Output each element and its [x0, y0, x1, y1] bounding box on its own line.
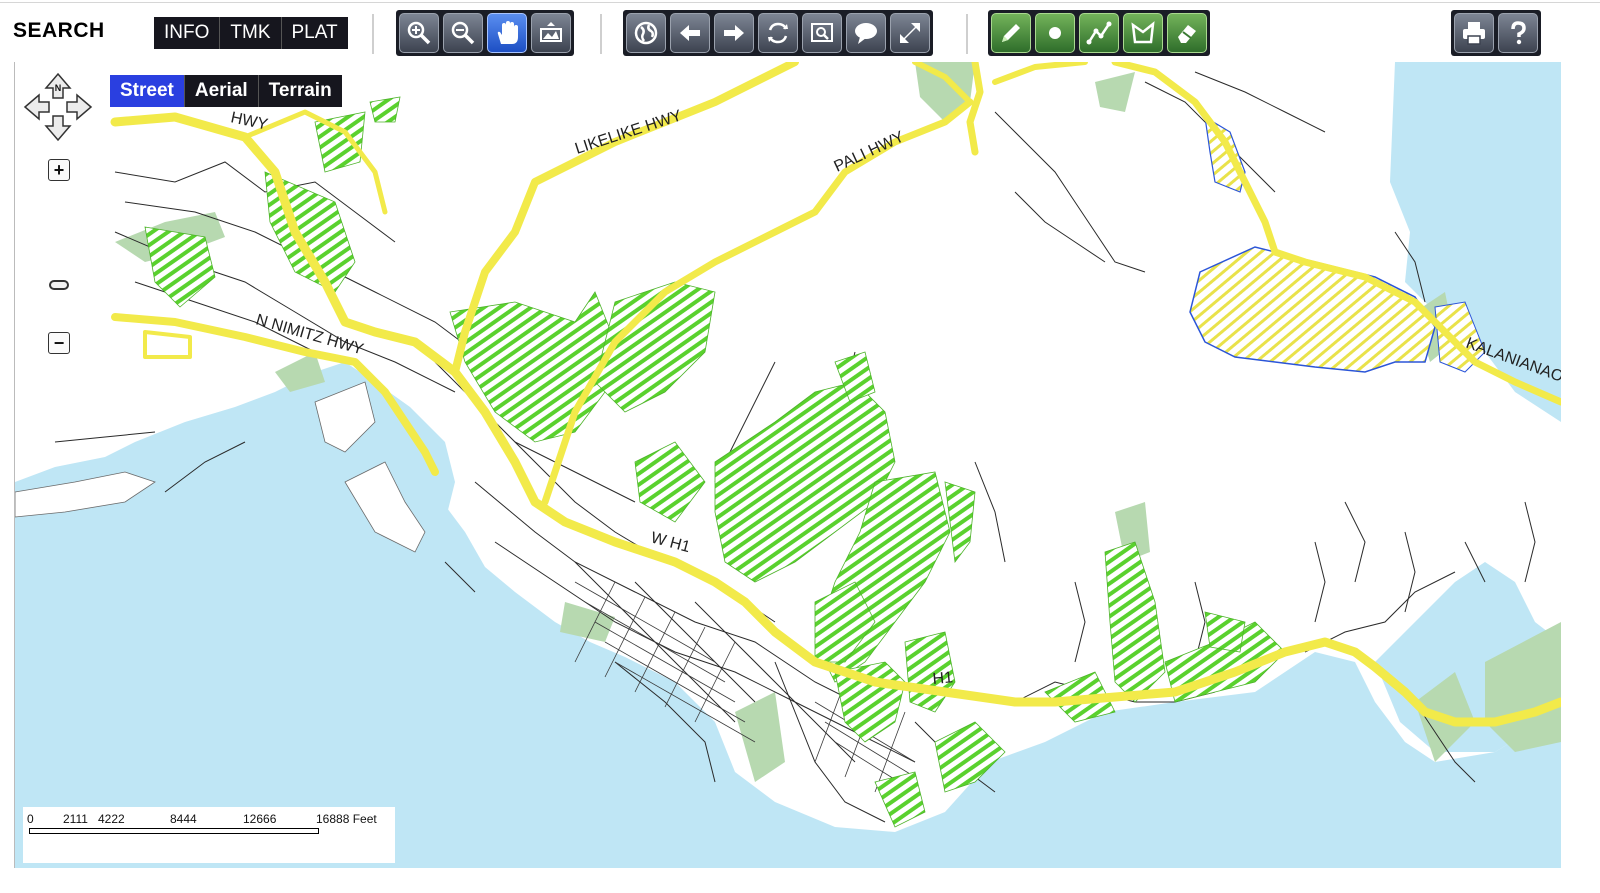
draw-tool-group [988, 10, 1210, 56]
map-extent-icon [540, 22, 562, 42]
search-button[interactable]: SEARCH [13, 19, 105, 43]
polygon-tool[interactable] [1123, 13, 1163, 53]
map-view[interactable]: LIKELIKE HWY PALI HWY N NIMITZ HWY W H1 … [14, 62, 1561, 868]
zoom-in-icon [407, 21, 431, 45]
point-icon [1049, 27, 1061, 39]
map-canvas[interactable]: LIKELIKE HWY PALI HWY N NIMITZ HWY W H1 … [15, 62, 1561, 868]
scale-label-1: 2111 [63, 812, 88, 826]
eraser-icon [1178, 25, 1196, 43]
utility-tool-group [1451, 10, 1541, 56]
zoom-out-tool[interactable] [443, 13, 483, 53]
help-tool[interactable] [1498, 13, 1538, 53]
line-tool[interactable] [1079, 13, 1119, 53]
tab-tmk[interactable]: TMK [219, 17, 280, 49]
pan-right-arrow[interactable] [66, 93, 93, 121]
full-extent-tool[interactable] [531, 13, 571, 53]
point-tool[interactable] [1035, 13, 1075, 53]
scale-label-5: 16888 Feet [316, 812, 377, 826]
polyline-icon [1086, 21, 1112, 45]
zoom-window-tool[interactable] [802, 13, 842, 53]
tab-plat[interactable]: PLAT [280, 17, 348, 49]
refresh-tool[interactable] [758, 13, 798, 53]
resize-arrows-icon [900, 23, 920, 43]
speech-bubble-icon [855, 23, 877, 44]
refresh-icon [768, 22, 788, 44]
road-label-h1: H1 [932, 669, 954, 688]
arrow-right-icon [724, 25, 744, 41]
pan-tool[interactable] [487, 13, 527, 53]
question-mark-icon [1511, 21, 1526, 45]
toolbar: SEARCH INFO TMK PLAT [0, 0, 1600, 62]
globe-icon [634, 21, 658, 45]
globe-tool[interactable] [626, 13, 666, 53]
scale-bar-line [29, 828, 319, 834]
scale-label-0: 0 [27, 812, 34, 826]
print-tool[interactable] [1454, 13, 1494, 53]
scale-label-4: 12666 [243, 812, 277, 826]
tab-info[interactable]: INFO [154, 17, 219, 49]
toolbar-separator [966, 14, 968, 54]
view-tool-group [623, 10, 933, 56]
basemap-tabs: Street Aerial Terrain [110, 75, 342, 107]
zoom-in-tool[interactable] [399, 13, 439, 53]
toolbar-top-border [0, 2, 1600, 3]
eraser-tool[interactable] [1167, 13, 1207, 53]
compass-north-label: N [55, 83, 62, 93]
mode-tabs: INFO TMK PLAT [154, 17, 348, 49]
toolbar-separator [600, 14, 602, 54]
tab-aerial[interactable]: Aerial [183, 75, 258, 107]
pan-down-arrow[interactable] [44, 115, 72, 142]
zoom-window-icon [811, 23, 833, 42]
back-tool[interactable] [670, 13, 710, 53]
forward-tool[interactable] [714, 13, 754, 53]
zoom-out-icon [451, 21, 475, 45]
resize-tool[interactable] [890, 13, 930, 53]
toolbar-separator [372, 14, 374, 54]
scale-bar: 0 2111 4222 8444 12666 16888 Feet [23, 807, 395, 863]
hand-icon [497, 21, 518, 44]
pencil-icon [1002, 24, 1020, 42]
pan-control: N [23, 72, 93, 142]
polygon-icon [1131, 21, 1155, 44]
zoom-out-button[interactable]: − [48, 332, 70, 354]
pencil-tool[interactable] [991, 13, 1031, 53]
tab-terrain[interactable]: Terrain [257, 75, 342, 107]
pan-left-arrow[interactable] [23, 93, 50, 121]
scale-label-2: 4222 [98, 812, 125, 826]
zoom-in-button[interactable]: + [48, 159, 70, 181]
printer-icon [1463, 22, 1485, 45]
arrow-left-icon [680, 25, 700, 41]
navigation-tool-group [396, 10, 574, 56]
tab-street[interactable]: Street [110, 75, 184, 107]
zoom-slider-handle[interactable] [49, 280, 69, 290]
scale-label-3: 8444 [170, 812, 197, 826]
callout-tool[interactable] [846, 13, 886, 53]
